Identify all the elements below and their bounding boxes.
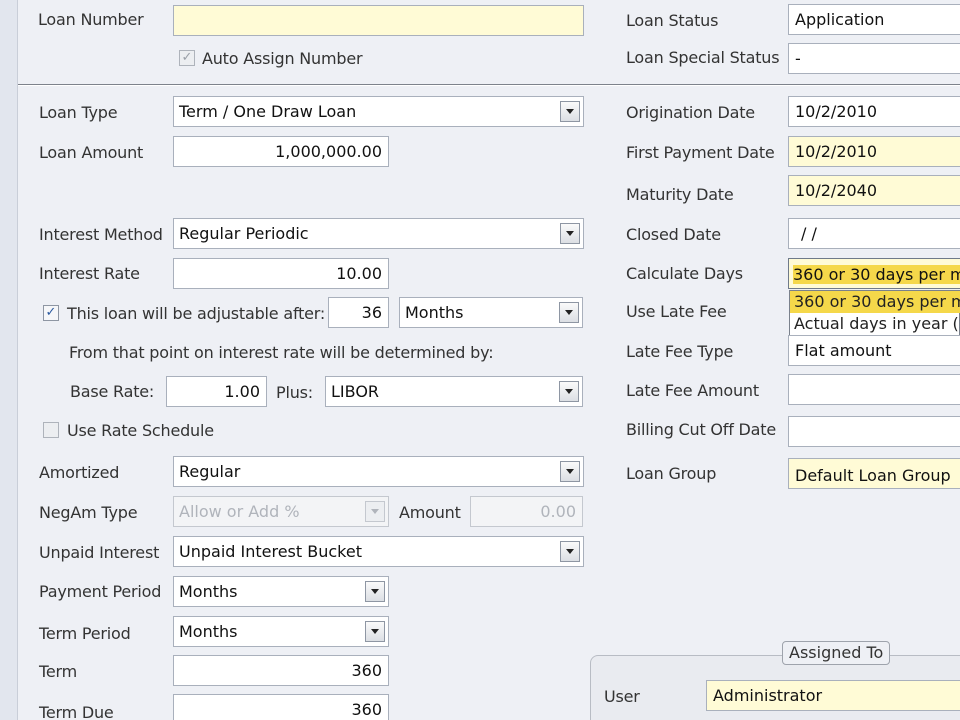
- interest-method-value: Regular Periodic: [179, 224, 309, 243]
- billing-cutoff-label: Billing Cut Off Date: [626, 420, 777, 439]
- negam-amount-field[interactable]: 0.00: [470, 496, 583, 527]
- negam-type-value: Allow or Add %: [179, 502, 300, 521]
- chevron-down-icon[interactable]: [365, 501, 385, 522]
- interest-method-select[interactable]: Regular Periodic: [173, 218, 584, 249]
- payment-period-label: Payment Period: [39, 582, 162, 601]
- chevron-down-icon[interactable]: [560, 541, 580, 562]
- maturity-date-field[interactable]: 10/2/2040: [788, 175, 960, 206]
- auto-assign-label: Auto Assign Number: [202, 49, 363, 68]
- interest-rate-label: Interest Rate: [39, 264, 140, 283]
- calculate-days-option[interactable]: 360 or 30 days per mo: [790, 291, 960, 313]
- loan-amount-label: Loan Amount: [39, 143, 144, 162]
- auto-assign-checkbox[interactable]: ✓: [179, 50, 195, 66]
- loan-number-field[interactable]: [173, 5, 584, 36]
- loan-status-field[interactable]: Application: [788, 4, 960, 35]
- adjustable-unit-select[interactable]: Months: [399, 297, 583, 328]
- base-rate-field[interactable]: 1.00: [166, 376, 267, 407]
- origination-date-field[interactable]: 10/2/2010: [788, 96, 960, 127]
- loan-amount-field[interactable]: 1,000,000.00: [173, 136, 389, 167]
- loan-special-status-field[interactable]: -: [788, 43, 960, 74]
- section-divider: [18, 84, 960, 86]
- term-field[interactable]: 360: [173, 655, 389, 686]
- loan-status-label: Loan Status: [626, 11, 719, 30]
- calculate-days-value: 360 or 30 days per mo: [793, 265, 960, 284]
- rate-schedule-checkbox[interactable]: [43, 422, 59, 438]
- chevron-down-icon[interactable]: [560, 223, 580, 244]
- unpaid-interest-label: Unpaid Interest: [39, 543, 160, 562]
- left-panel-edge: [0, 0, 18, 720]
- assigned-to-legend: Assigned To: [782, 641, 891, 665]
- payment-period-select[interactable]: Months: [173, 576, 389, 607]
- plus-label: Plus:: [276, 383, 313, 402]
- term-due-label: Term Due: [39, 703, 114, 720]
- unpaid-interest-value: Unpaid Interest Bucket: [179, 542, 362, 561]
- adjustable-checkbox[interactable]: ✓: [43, 305, 59, 321]
- amortized-select[interactable]: Regular: [173, 456, 584, 487]
- origination-date-label: Origination Date: [626, 103, 755, 122]
- term-due-field[interactable]: 360: [173, 694, 389, 720]
- adjustable-unit-value: Months: [405, 303, 464, 322]
- payment-period-value: Months: [179, 582, 238, 601]
- loan-group-label: Loan Group: [626, 464, 717, 483]
- term-period-value: Months: [179, 622, 238, 641]
- loan-number-label: Loan Number: [38, 10, 144, 29]
- rate-determination-note: From that point on interest rate will be…: [69, 343, 494, 362]
- late-fee-amount-label: Late Fee Amount: [626, 381, 759, 400]
- use-late-fee-label: Use Late Fee: [626, 302, 727, 321]
- loan-special-status-label: Loan Special Status: [626, 48, 780, 67]
- maturity-date-label: Maturity Date: [626, 185, 734, 204]
- chevron-down-icon[interactable]: [560, 461, 580, 482]
- calculate-days-dropdown: 360 or 30 days per mo Actual days in yea…: [789, 290, 960, 336]
- late-fee-amount-field[interactable]: [788, 374, 960, 405]
- assigned-user-label: User: [604, 687, 640, 706]
- chevron-down-icon[interactable]: [365, 581, 385, 602]
- calculate-days-option[interactable]: Actual days in year (3: [790, 313, 960, 335]
- negam-type-select[interactable]: Allow or Add %: [173, 496, 389, 527]
- negam-amount-label: Amount: [399, 503, 461, 522]
- term-period-label: Term Period: [39, 624, 131, 643]
- term-label: Term: [39, 662, 77, 681]
- rate-schedule-label: Use Rate Schedule: [67, 421, 214, 440]
- plus-index-value: LIBOR: [331, 382, 380, 401]
- first-payment-date-field[interactable]: 10/2/2010: [788, 136, 960, 167]
- adjustable-after-field[interactable]: 36: [328, 297, 389, 328]
- plus-index-select[interactable]: LIBOR: [325, 376, 583, 407]
- calculate-days-label: Calculate Days: [626, 264, 743, 283]
- loan-type-label: Loan Type: [39, 103, 118, 122]
- late-fee-type-label: Late Fee Type: [626, 342, 734, 361]
- first-payment-date-label: First Payment Date: [626, 143, 775, 162]
- billing-cutoff-field[interactable]: [788, 416, 960, 447]
- assigned-user-field[interactable]: Administrator: [706, 680, 960, 711]
- late-fee-type-field[interactable]: Flat amount: [788, 335, 960, 366]
- loan-type-select[interactable]: Term / One Draw Loan: [173, 96, 584, 127]
- chevron-down-icon[interactable]: [560, 101, 580, 122]
- loan-type-value: Term / One Draw Loan: [179, 102, 357, 121]
- adjustable-label: This loan will be adjustable after:: [67, 304, 326, 323]
- chevron-down-icon[interactable]: [365, 621, 385, 642]
- loan-group-field[interactable]: Default Loan Group: [788, 458, 960, 489]
- interest-method-label: Interest Method: [39, 225, 163, 244]
- chevron-down-icon[interactable]: [559, 381, 579, 402]
- negam-type-label: NegAm Type: [39, 503, 138, 522]
- closed-date-field[interactable]: / /: [788, 218, 960, 249]
- calculate-days-select[interactable]: 360 or 30 days per mo: [788, 258, 960, 289]
- base-rate-label: Base Rate:: [70, 382, 155, 401]
- unpaid-interest-select[interactable]: Unpaid Interest Bucket: [173, 536, 584, 567]
- amortized-label: Amortized: [39, 463, 120, 482]
- closed-date-label: Closed Date: [626, 225, 721, 244]
- term-period-select[interactable]: Months: [173, 616, 389, 647]
- interest-rate-field[interactable]: 10.00: [173, 258, 389, 289]
- chevron-down-icon[interactable]: [559, 302, 579, 323]
- amortized-value: Regular: [179, 462, 241, 481]
